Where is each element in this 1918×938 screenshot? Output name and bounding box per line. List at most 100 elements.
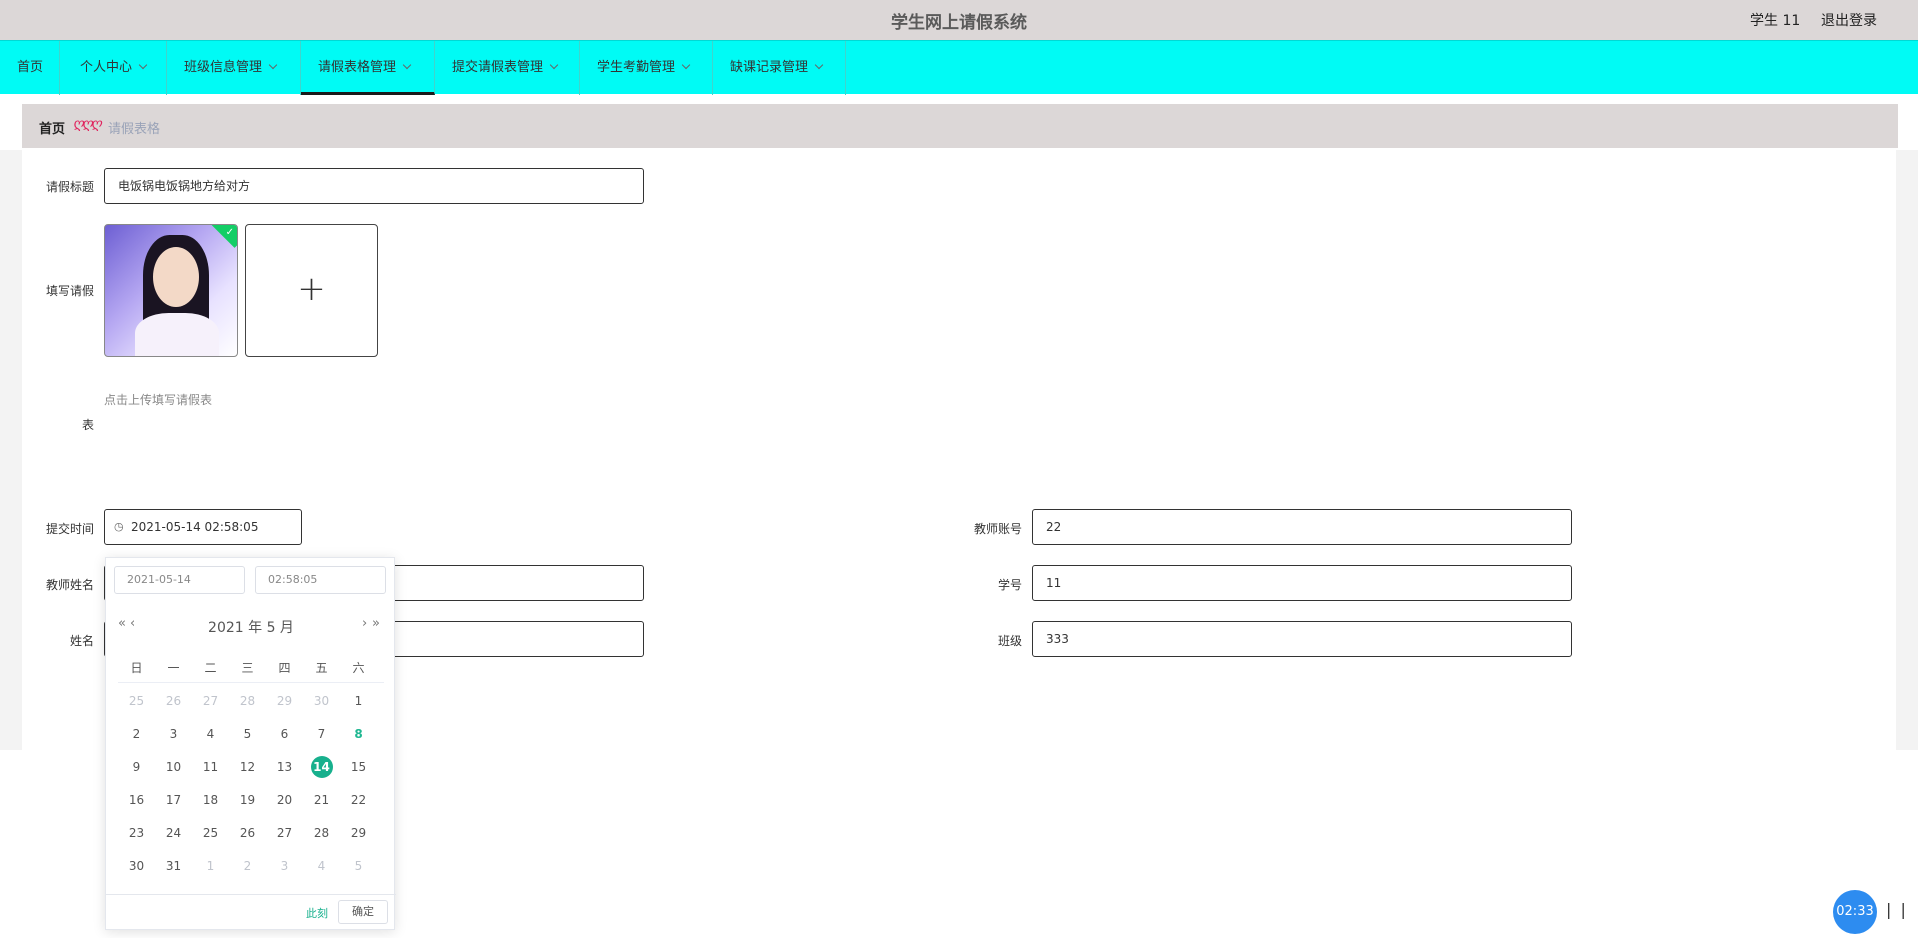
calendar-day[interactable]: 5 <box>229 722 266 746</box>
calendar-day-number: 1 <box>354 694 363 708</box>
calendar-day[interactable]: 26 <box>155 689 192 713</box>
calendar-day[interactable]: 27 <box>266 821 303 845</box>
calendar-day[interactable]: 26 <box>229 821 266 845</box>
calendar-day-number: 11 <box>202 760 219 774</box>
calendar-day-number: 14 <box>310 756 333 778</box>
calendar-day[interactable]: 30 <box>303 689 340 713</box>
calendar-day[interactable]: 18 <box>192 788 229 812</box>
teacher-account-label: 教师账号 <box>973 522 1022 536</box>
upload-label-tail: 表 <box>81 418 94 432</box>
uploaded-image-thumbnail[interactable]: ✓ <box>104 224 238 357</box>
class-input[interactable]: 333 <box>1032 621 1572 657</box>
calendar-day[interactable]: 31 <box>155 854 192 878</box>
calendar-day[interactable]: 6 <box>266 722 303 746</box>
chevron-down-icon <box>138 60 148 70</box>
picker-time-input[interactable]: 02:58:05 <box>255 566 386 594</box>
calendar-day[interactable]: 20 <box>266 788 303 812</box>
picker-footer: 此刻 确定 <box>106 894 396 930</box>
calendar-day[interactable]: 16 <box>118 788 155 812</box>
calendar-day[interactable]: 21 <box>303 788 340 812</box>
picker-month-title: 2021 年 5 月 <box>208 620 294 636</box>
calendar-day[interactable]: 28 <box>229 689 266 713</box>
calendar-day[interactable]: 11 <box>192 755 229 779</box>
calendar-day[interactable]: 2 <box>118 722 155 746</box>
calendar-day[interactable]: 10 <box>155 755 192 779</box>
calendar-day[interactable]: 1 <box>192 854 229 878</box>
upload-tip: 点击上传填写请假表 <box>104 393 213 407</box>
calendar-day-number: 2 <box>243 859 252 873</box>
submit-time-input[interactable]: ◷ 2021-05-14 02:58:05 <box>104 509 302 545</box>
picker-date-input[interactable]: 2021-05-14 <box>114 566 245 594</box>
calendar-day[interactable]: 3 <box>266 854 303 878</box>
pause-icon[interactable]: | | <box>1886 900 1908 919</box>
calendar-day[interactable]: 15 <box>340 755 377 779</box>
student-no-label: 学号 <box>997 578 1022 592</box>
calendar-day[interactable]: 30 <box>118 854 155 878</box>
calendar-day[interactable]: 1 <box>340 689 377 713</box>
calendar-day[interactable]: 22 <box>340 788 377 812</box>
right-gutter <box>1896 150 1918 750</box>
app-title: 学生网上请假系统 <box>891 13 1027 33</box>
calendar-day-number: 1 <box>206 859 215 873</box>
calendar-day[interactable]: 4 <box>192 722 229 746</box>
nav-absence[interactable]: 缺课记录管理 <box>713 41 846 95</box>
calendar-day-number: 17 <box>165 793 182 807</box>
calendar-day[interactable]: 25 <box>118 689 155 713</box>
next-month-icon[interactable]: › <box>362 616 367 631</box>
calendar-day[interactable]: 29 <box>340 821 377 845</box>
calendar-day-number: 25 <box>202 826 219 840</box>
nav-leave-form[interactable]: 请假表格管理 <box>301 41 435 95</box>
calendar-day[interactable]: 8 <box>340 722 377 746</box>
calendar-day-number: 15 <box>350 760 367 774</box>
calendar-day-number: 13 <box>276 760 293 774</box>
breadcrumb-current: 请假表格 <box>108 122 161 137</box>
now-button[interactable]: 此刻 <box>306 905 328 921</box>
student-no-input[interactable]: 11 <box>1032 565 1572 601</box>
calendar-day-number: 6 <box>280 727 289 741</box>
teacher-account-input[interactable]: 22 <box>1032 509 1572 545</box>
calendar-day[interactable]: 5 <box>340 854 377 878</box>
calendar-day-number: 3 <box>280 859 289 873</box>
calendar-day[interactable]: 4 <box>303 854 340 878</box>
calendar-day[interactable]: 3 <box>155 722 192 746</box>
weekday: 二 <box>204 661 217 675</box>
calendar-day-number: 4 <box>206 727 215 741</box>
breadcrumb-home[interactable]: 首页 <box>39 118 65 137</box>
calendar-day[interactable]: 14 <box>303 755 340 779</box>
title-input[interactable]: 电饭锅电饭锅地方给对方 <box>104 168 644 204</box>
calendar-day[interactable]: 2 <box>229 854 266 878</box>
weekday: 日 <box>130 661 143 675</box>
confirm-button[interactable]: 确定 <box>338 900 388 924</box>
calendar-day-number: 10 <box>165 760 182 774</box>
logout-link[interactable]: 退出登录 <box>1821 10 1877 30</box>
calendar-day-number: 26 <box>239 826 256 840</box>
nav-home[interactable]: 首页 <box>0 41 60 95</box>
calendar-day[interactable]: 24 <box>155 821 192 845</box>
calendar-day-number: 28 <box>239 694 256 708</box>
calendar-day[interactable]: 17 <box>155 788 192 812</box>
calendar-day[interactable]: 29 <box>266 689 303 713</box>
chevron-down-icon <box>549 60 559 70</box>
calendar-day[interactable]: 28 <box>303 821 340 845</box>
breadcrumb: 首页 ღღღ 请假表格 <box>22 104 1898 148</box>
nav-class-info[interactable]: 班级信息管理 <box>167 41 301 95</box>
calendar-day-number: 27 <box>276 826 293 840</box>
calendar-day[interactable]: 12 <box>229 755 266 779</box>
calendar-day[interactable]: 9 <box>118 755 155 779</box>
nav-attendance[interactable]: 学生考勤管理 <box>580 41 713 95</box>
upload-add-button[interactable]: + <box>245 224 378 357</box>
calendar-day-number: 31 <box>165 859 182 873</box>
chevron-down-icon <box>268 60 278 70</box>
chevron-down-icon <box>814 60 824 70</box>
next-year-icon[interactable]: » <box>372 616 380 631</box>
calendar-day[interactable]: 27 <box>192 689 229 713</box>
calendar-day[interactable]: 19 <box>229 788 266 812</box>
calendar-day[interactable]: 25 <box>192 821 229 845</box>
calendar-day[interactable]: 7 <box>303 722 340 746</box>
nav-submit-leave[interactable]: 提交请假表管理 <box>435 41 580 95</box>
recording-timer[interactable]: 02:33 <box>1833 890 1877 934</box>
nav-personal-center[interactable]: 个人中心 <box>60 41 167 95</box>
calendar-day-number: 9 <box>132 760 141 774</box>
calendar-day[interactable]: 13 <box>266 755 303 779</box>
calendar-day[interactable]: 23 <box>118 821 155 845</box>
